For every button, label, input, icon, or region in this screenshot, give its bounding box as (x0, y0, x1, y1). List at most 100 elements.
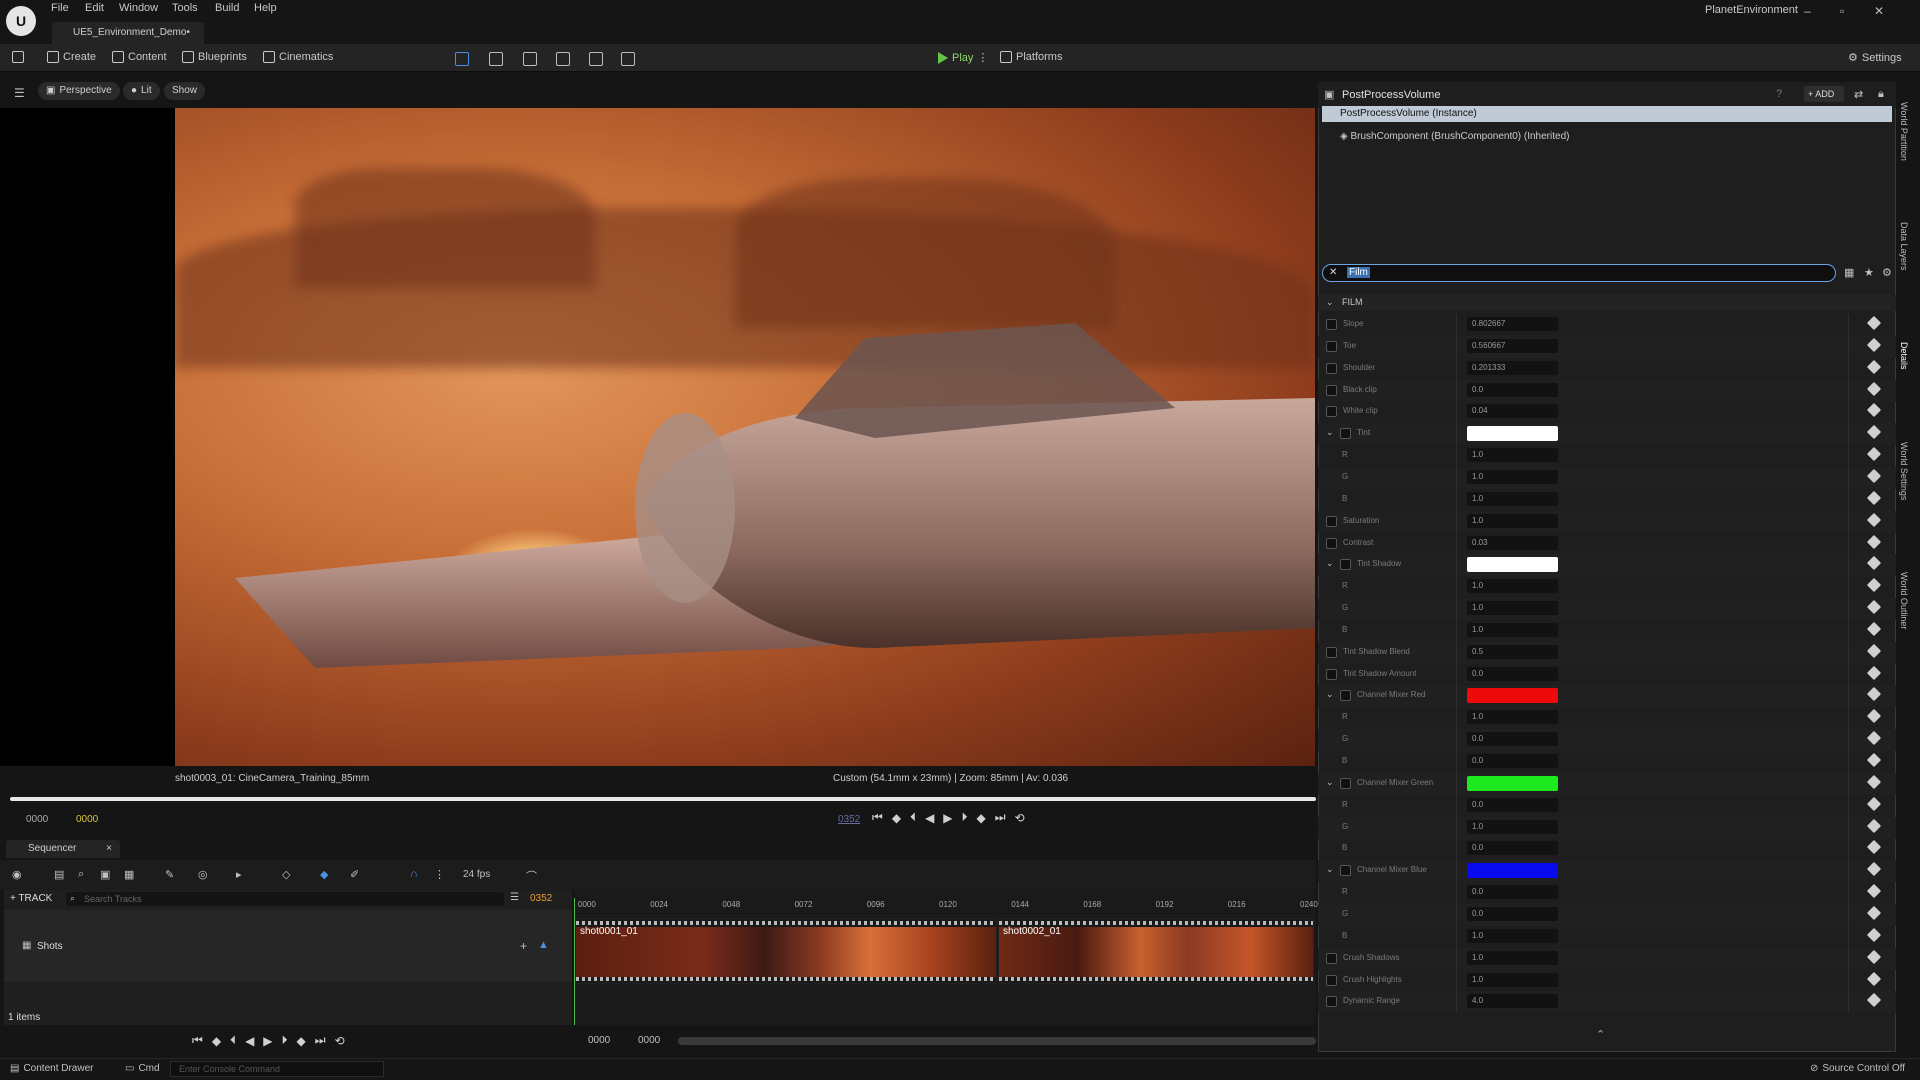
play-reverse-icon[interactable]: ◀ (925, 811, 934, 825)
property-group-row[interactable]: ⌄ Channel Mixer Blue (1318, 860, 1896, 883)
keyframe-icon[interactable] (1866, 752, 1882, 768)
property-row[interactable]: B 0.0 (1318, 751, 1896, 773)
property-group-row[interactable]: ⌄ Tint Shadow (1318, 554, 1896, 577)
fps-selector[interactable]: 24 fps (463, 869, 490, 880)
color-swatch[interactable] (1467, 863, 1558, 879)
lit-button[interactable]: ● Lit (123, 82, 160, 100)
property-value-field[interactable]: 4.0 (1467, 994, 1558, 1009)
keyframe-icon[interactable] (1866, 447, 1882, 462)
favorite-star-icon[interactable]: ★ (1864, 266, 1874, 279)
property-value-field[interactable]: 0.04 (1467, 404, 1558, 419)
table-view-icon[interactable]: ▦ (1844, 266, 1854, 279)
property-group-row[interactable]: ⌄ Tint (1318, 423, 1896, 446)
property-value-field[interactable]: 0.03 (1467, 535, 1558, 550)
key-icon[interactable]: ◇ (282, 868, 290, 881)
override-checkbox[interactable] (1326, 362, 1337, 374)
blueprint-icon[interactable]: ⇄ (1854, 88, 1863, 101)
property-row[interactable]: B 0.0 (1318, 838, 1896, 861)
play-forward-icon[interactable]: ▶ (943, 811, 952, 825)
cinematics-button[interactable]: Cinematics (263, 51, 333, 63)
close-icon[interactable]: ✕ (1874, 4, 1884, 18)
keyframe-icon[interactable] (1866, 796, 1882, 811)
property-row[interactable]: R 1.0 (1318, 576, 1896, 599)
property-value-field[interactable]: 0.0 (1467, 666, 1558, 681)
property-row[interactable]: Tint Shadow Amount 0.0 (1318, 663, 1896, 686)
lock-icon[interactable]: 🔒︎ (1878, 88, 1884, 101)
jump-to-end-icon[interactable]: ⏭ (315, 1033, 326, 1048)
property-value-field[interactable]: 0.0 (1467, 754, 1558, 768)
jump-to-start-icon[interactable]: ⏮ (192, 1033, 203, 1048)
keyframe-icon[interactable] (1866, 905, 1882, 921)
maximize-icon[interactable]: ▫ (1840, 4, 1844, 18)
property-row[interactable]: White clip 0.04 (1318, 401, 1896, 424)
override-checkbox[interactable] (1326, 340, 1337, 352)
close-tab-icon[interactable]: × (106, 843, 112, 854)
eye-icon[interactable]: ◎ (198, 868, 208, 881)
property-row[interactable]: Slope 0.802667 (1318, 314, 1896, 336)
platforms-button[interactable]: Platforms (1000, 51, 1062, 63)
keyframe-icon[interactable] (1866, 425, 1882, 440)
keyframe-icon[interactable] (1866, 337, 1882, 352)
property-value-field[interactable]: 0.5 (1467, 644, 1558, 659)
foliage-mode-icon[interactable] (523, 52, 537, 66)
next-key-icon[interactable]: ◆ (977, 811, 986, 825)
override-checkbox[interactable] (1340, 428, 1351, 440)
keyframe-icon[interactable] (1866, 862, 1882, 877)
keyframe-icon[interactable] (1866, 381, 1882, 396)
property-value-field[interactable]: 0.0 (1467, 797, 1558, 812)
details-search-input[interactable]: ✕ Film (1322, 264, 1836, 282)
keyframe-icon[interactable] (1866, 884, 1882, 899)
add-component-button[interactable]: + ADD (1804, 86, 1844, 102)
property-value-field[interactable]: 1.0 (1467, 491, 1558, 506)
property-group-row[interactable]: ⌄ Channel Mixer Red (1318, 685, 1896, 708)
keyframe-icon[interactable] (1866, 774, 1882, 789)
gear-icon[interactable]: ⚙ (1882, 266, 1892, 279)
add-shot-icon[interactable]: + (520, 939, 527, 953)
sequencer-tab[interactable]: Sequencer × (6, 840, 120, 858)
property-row[interactable]: G 0.0 (1318, 729, 1896, 752)
keyframe-icon[interactable] (1866, 971, 1882, 986)
keyframe-icon[interactable] (1866, 403, 1882, 418)
property-row[interactable]: R 1.0 (1318, 707, 1896, 730)
keyframe-icon[interactable] (1866, 643, 1882, 658)
play-sequence-icon[interactable]: ▸ (236, 868, 242, 881)
next-key-icon[interactable]: ◆ (297, 1034, 306, 1048)
landscape-mode-icon[interactable] (489, 52, 503, 66)
override-checkbox[interactable] (1326, 537, 1337, 549)
playback-scrub-bar[interactable] (10, 797, 1316, 801)
modeling-mode-icon[interactable] (621, 52, 635, 66)
perspective-button[interactable]: ▣ Perspective (38, 82, 120, 100)
settings-button[interactable]: ⚙ Settings (1848, 51, 1902, 65)
diamond-icon[interactable]: ◆ (320, 868, 328, 881)
step-forward-icon[interactable]: ⏵ (962, 810, 968, 825)
keyframe-icon[interactable] (1866, 490, 1882, 505)
property-value-field[interactable]: 0.0 (1467, 382, 1558, 397)
property-value-field[interactable]: 0.0 (1467, 841, 1558, 856)
keyframe-icon[interactable] (1866, 709, 1882, 724)
jump-to-end-icon[interactable]: ⏭ (995, 810, 1006, 825)
chevron-down-icon[interactable]: ⌄ (1326, 864, 1334, 875)
content-button[interactable]: Content (112, 51, 167, 63)
property-group-row[interactable]: ⌄ Channel Mixer Green (1318, 772, 1896, 795)
keyframe-icon[interactable] (1866, 578, 1882, 593)
frame-end[interactable]: 0352 (838, 814, 860, 825)
timeline-scrollbar[interactable] (678, 1037, 1316, 1045)
minimize-icon[interactable]: – (1804, 4, 1811, 18)
keyframe-icon[interactable] (1866, 621, 1882, 636)
cmd-button[interactable]: ▭ Cmd (125, 1063, 160, 1074)
override-checkbox[interactable] (1326, 996, 1337, 1008)
property-value-field[interactable]: 0.0 (1467, 732, 1558, 747)
menu-edit[interactable]: Edit (85, 2, 104, 14)
render-icon[interactable]: ▦ (124, 868, 134, 881)
search-icon[interactable]: ⌕ (78, 868, 84, 881)
override-checkbox[interactable] (1326, 646, 1337, 658)
keyframe-icon[interactable] (1866, 993, 1882, 1008)
property-value-field[interactable]: 0.0 (1467, 885, 1558, 900)
film-section-header[interactable]: ⌄ FILM (1318, 295, 1896, 311)
property-value-field[interactable]: 0.560667 (1467, 338, 1558, 353)
property-row[interactable]: Dynamic Range 4.0 (1318, 991, 1896, 1014)
property-row[interactable]: Crush Highlights 1.0 (1318, 969, 1896, 992)
side-tab-world-outliner[interactable]: World Outliner (1899, 572, 1909, 629)
override-checkbox[interactable] (1340, 690, 1351, 702)
pencil-icon[interactable]: ✐ (350, 868, 359, 881)
